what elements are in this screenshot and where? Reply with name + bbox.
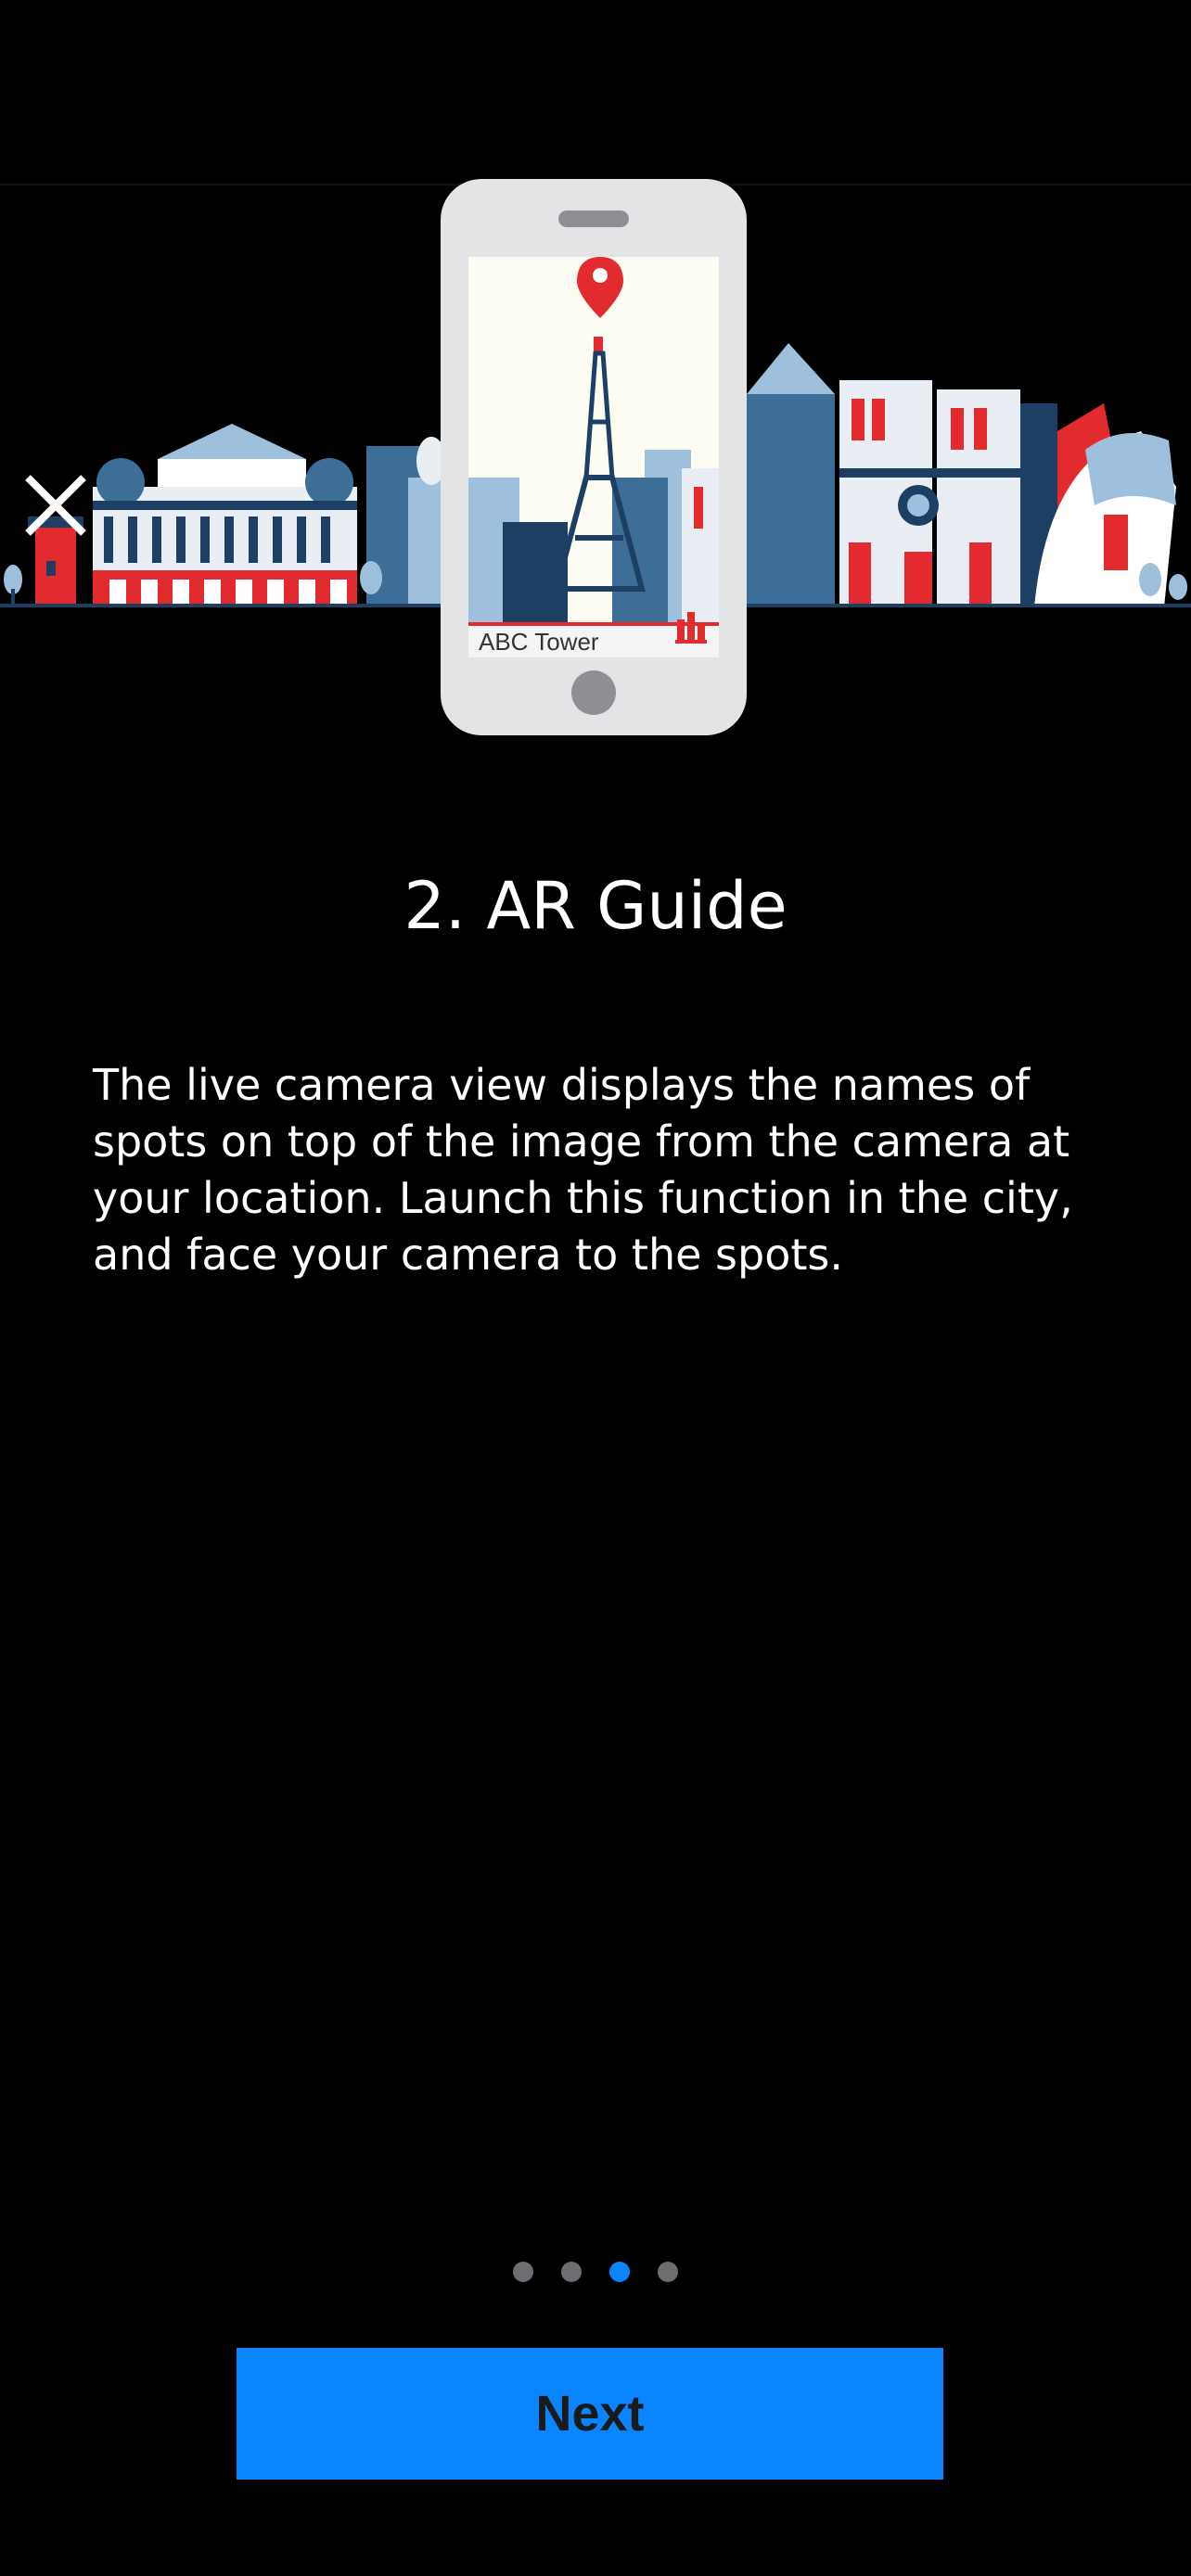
page-dot-3-active[interactable] [609,2262,630,2282]
trees-left [4,565,22,606]
page-dot-4[interactable] [658,2262,678,2282]
onboarding-screen: ABC Tower 2. AR Guide The live camera vi… [0,0,1191,2576]
page-dot-1[interactable] [513,2262,533,2282]
page-indicator[interactable] [0,2262,1191,2284]
city-skyline-illustration: ABC Tower [0,179,1191,735]
building-block-left [360,437,446,606]
page-title: 2. AR Guide [403,868,788,944]
ar-guide-illustration: ABC Tower [0,172,1191,746]
cathedral-icon [742,343,1057,606]
phone-mockup: ABC Tower [441,179,747,735]
next-button[interactable]: Next [237,2348,943,2480]
windmill-icon [25,475,86,606]
page-description: The live camera view displays the names … [93,1060,1073,1280]
page-dot-2[interactable] [561,2262,582,2282]
phone-screen-label: ABC Tower [479,628,599,656]
opera-building-icon [93,424,357,606]
